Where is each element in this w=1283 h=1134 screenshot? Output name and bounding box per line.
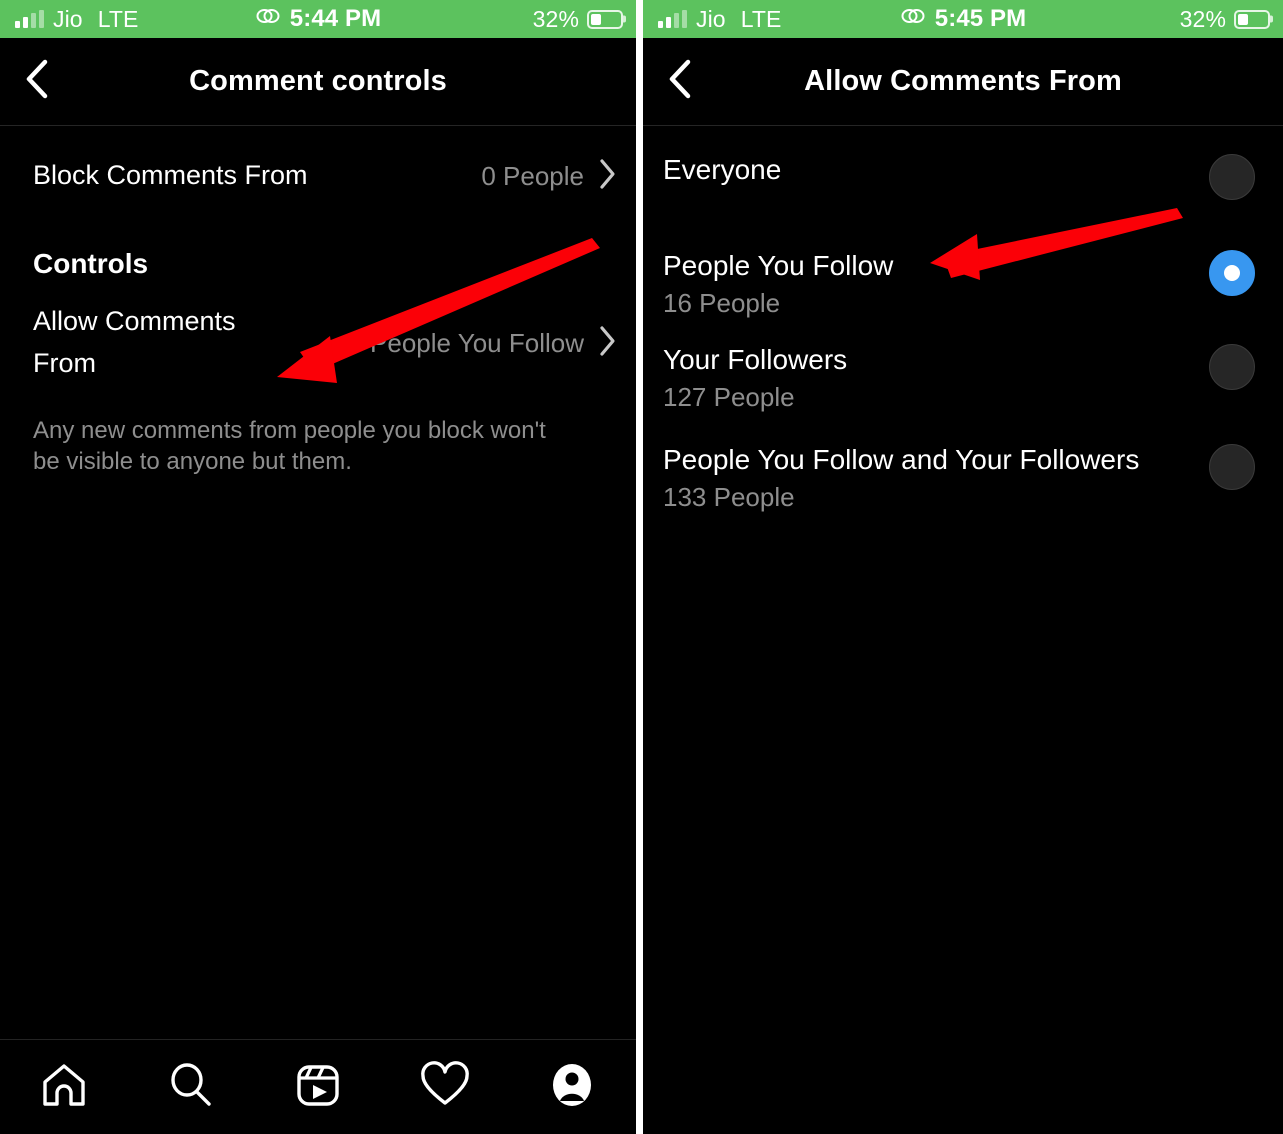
home-icon (38, 1059, 90, 1116)
status-bar-right: Jio LTE 5:45 PM 32% (643, 0, 1283, 38)
tab-activity[interactable] (405, 1052, 485, 1122)
search-icon (165, 1059, 217, 1116)
status-right-group: 32% (533, 6, 636, 33)
row-label: Allow Comments From (33, 306, 236, 378)
left-phone-screen: Jio LTE 5:44 PM 32% Comment controls Blo… (0, 0, 636, 1134)
row-value: People You Follow (370, 327, 584, 358)
row-right-group: 0 People (463, 158, 616, 195)
option-your-followers[interactable]: Your Followers 127 People (643, 322, 1283, 422)
network-label: LTE (740, 5, 782, 32)
footnote-text: Any new comments from people you block w… (33, 417, 546, 475)
row-allow-comments-from[interactable]: Allow Comments From People You Follow (0, 288, 636, 398)
battery-icon (587, 9, 623, 29)
row-block-comments-from[interactable]: Block Comments From 0 People (0, 126, 636, 226)
profile-icon (546, 1059, 598, 1116)
status-bar-left: Jio LTE 5:44 PM 32% (0, 0, 636, 38)
option-subtitle: 133 People (663, 482, 795, 513)
battery-percent-label: 32% (1179, 5, 1226, 32)
bottom-tab-bar (0, 1039, 636, 1134)
battery-percent-label: 32% (532, 5, 579, 32)
nav-bar-right: Allow Comments From (643, 38, 1283, 126)
option-people-you-follow-and-your-followers[interactable]: People You Follow and Your Followers 133… (643, 422, 1283, 522)
right-phone-screen: Jio LTE 5:45 PM 32% Allow Comments From … (643, 0, 1283, 1134)
clock-label: 5:44 PM (289, 5, 382, 32)
page-title: Allow Comments From (804, 65, 1122, 97)
back-button[interactable] (657, 59, 703, 105)
radio-people-you-follow-and-your-followers[interactable] (1209, 444, 1255, 490)
panel-divider (636, 0, 643, 1134)
chevron-left-icon (24, 58, 50, 105)
option-title: Everyone (663, 154, 782, 185)
row-right-group: People You Follow (352, 325, 616, 362)
tab-search[interactable] (151, 1052, 231, 1122)
option-texts: People You Follow 16 People (663, 250, 893, 321)
section-header-controls: Controls (33, 248, 149, 279)
status-left-group: Jio LTE (0, 6, 138, 33)
carrier-label: Jio (696, 5, 726, 32)
option-subtitle: 16 People (663, 288, 781, 319)
chain-link-icon (900, 6, 926, 32)
option-texts: Everyone (663, 154, 781, 185)
reels-icon (293, 1060, 343, 1115)
clock-label: 5:45 PM (934, 5, 1027, 32)
option-texts: Your Followers 127 People (663, 344, 847, 415)
option-title: People You Follow and Your Followers (663, 444, 1140, 475)
settings-list-left: Block Comments From 0 People Controls Al… (0, 126, 636, 478)
chevron-right-icon (598, 158, 616, 195)
heart-icon (418, 1059, 472, 1116)
screenshot-root: Jio LTE 5:44 PM 32% Comment controls Blo… (0, 0, 1283, 1134)
back-button[interactable] (14, 59, 60, 105)
signal-bars-icon (658, 10, 687, 28)
carrier-label: Jio (53, 5, 83, 32)
chevron-left-icon (667, 58, 693, 105)
chain-link-icon (255, 6, 281, 32)
network-label: LTE (97, 5, 139, 32)
option-people-you-follow[interactable]: People You Follow 16 People (643, 222, 1283, 322)
status-left-group: Jio LTE (643, 6, 781, 33)
battery-icon (1234, 9, 1270, 29)
tab-profile[interactable] (532, 1052, 612, 1122)
radio-your-followers[interactable] (1209, 344, 1255, 390)
option-title: Your Followers (663, 344, 848, 375)
radio-people-you-follow[interactable] (1209, 250, 1255, 296)
option-title: People You Follow (663, 250, 894, 281)
option-everyone[interactable]: Everyone (643, 126, 1283, 222)
nav-bar-left: Comment controls (0, 38, 636, 126)
option-subtitle: 127 People (663, 382, 795, 413)
tab-reels[interactable] (278, 1052, 358, 1122)
row-label: Block Comments From (33, 160, 308, 191)
signal-bars-icon (15, 10, 44, 28)
row-value: 0 People (481, 160, 584, 191)
page-title: Comment controls (189, 65, 447, 97)
option-texts: People You Follow and Your Followers 133… (663, 444, 1139, 515)
chevron-right-icon (598, 325, 616, 362)
radio-everyone[interactable] (1209, 154, 1255, 200)
status-right-group: 32% (1180, 6, 1283, 33)
tab-home[interactable] (24, 1052, 104, 1122)
options-list: Everyone People You Follow 16 People You… (643, 126, 1283, 522)
